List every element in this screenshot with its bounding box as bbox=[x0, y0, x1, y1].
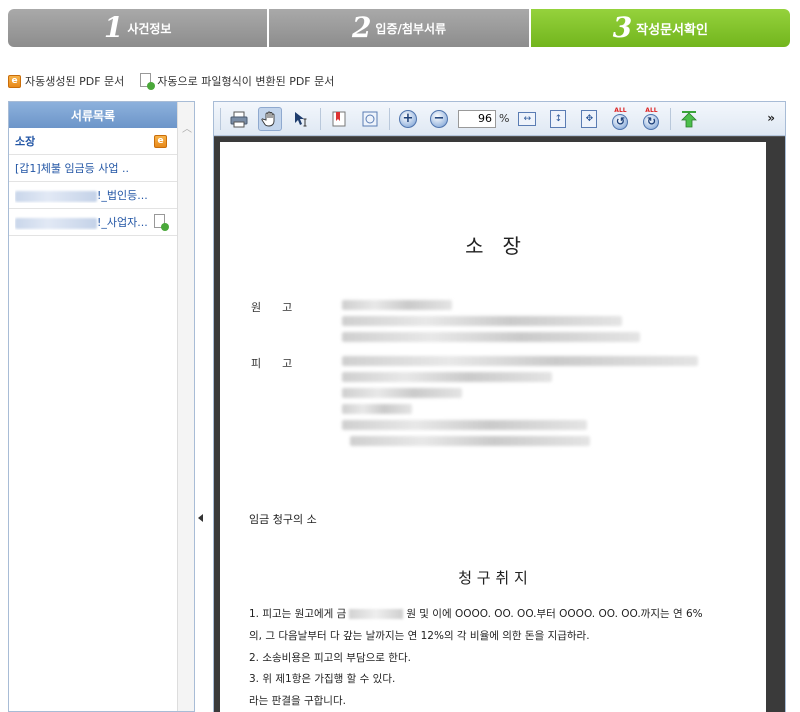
step-3-review[interactable]: 3 작성문서확인 bbox=[530, 9, 790, 47]
toolbar-divider bbox=[320, 107, 321, 130]
rotate-all-cw-icon[interactable]: ALL ↻ bbox=[639, 107, 663, 131]
pdf-viewer: + − % ↔ ↕ ✥ ALL ↺ ALL ↻ » 소 장 원 고 피 고 bbox=[213, 101, 786, 712]
plaintiff-label: 원 고 bbox=[251, 301, 293, 314]
claim-line: 2. 소송비용은 피고의 부담으로 한다. bbox=[249, 652, 411, 664]
claim-line: 1. 피고는 원고에게 금 원 및 이에 OOOO. OO. OO.부터 OOOO… bbox=[249, 606, 703, 621]
list-item-label-wrap: !_법인등... bbox=[15, 187, 148, 203]
toolbar-divider bbox=[220, 107, 221, 130]
step-number: 2 bbox=[351, 11, 372, 44]
step-progress: 1 사건정보 2 입증/첨부서류 3 작성문서확인 bbox=[8, 9, 790, 47]
redacted-text bbox=[342, 332, 640, 342]
panel-splitter[interactable] bbox=[195, 101, 213, 712]
bookmark-icon[interactable] bbox=[327, 107, 351, 131]
case-name: 임금 청구의 소 bbox=[249, 513, 317, 526]
converted-pdf-icon bbox=[140, 73, 156, 90]
hand-tool-icon[interactable] bbox=[258, 106, 282, 131]
list-item-label: [갑1]체불 임금등 사업 .. bbox=[15, 162, 130, 175]
redacted-text bbox=[342, 300, 452, 310]
document-title: 소 장 bbox=[465, 234, 521, 258]
list-item[interactable]: 소장 e bbox=[9, 128, 177, 155]
list-item[interactable]: !_법인등... bbox=[9, 182, 177, 209]
more-tools-icon[interactable]: » bbox=[767, 111, 775, 125]
auto-pdf-icon: e bbox=[8, 74, 21, 88]
document-list-panel: 서류목록 소장 e [갑1]체불 임금등 사업 .. !_법인등... !_사업… bbox=[8, 101, 195, 712]
all-label: ALL bbox=[645, 106, 658, 114]
redacted-text bbox=[342, 404, 412, 414]
redacted-text bbox=[342, 356, 698, 366]
collapse-left-icon[interactable] bbox=[198, 514, 203, 522]
zoom-input[interactable] bbox=[458, 109, 496, 128]
redacted-text bbox=[342, 420, 587, 430]
step-number: 1 bbox=[103, 11, 124, 44]
zoom-out-icon[interactable]: − bbox=[427, 107, 451, 131]
list-scrollbar[interactable]: ︿ bbox=[177, 102, 194, 711]
document-list-header: 서류목록 bbox=[9, 102, 177, 128]
legend-converted-label: 자동으로 파일형식이 변환된 PDF 문서 bbox=[157, 75, 335, 88]
icon-legend: e 자동생성된 PDF 문서 자동으로 파일형식이 변환된 PDF 문서 bbox=[8, 73, 350, 90]
legend-auto: e 자동생성된 PDF 문서 bbox=[8, 73, 124, 89]
toolbar-divider bbox=[389, 107, 390, 130]
step-number: 3 bbox=[612, 11, 633, 44]
claim-line: 의, 그 다음날부터 다 갚는 날까지는 연 12%의 각 비율에 의한 돈을 … bbox=[249, 630, 590, 642]
list-item-label-wrap: !_사업자... bbox=[15, 214, 148, 230]
pdf-page: 소 장 원 고 피 고 임금 청구의 소 청 구 취 지 1. 피고는 원고에게… bbox=[220, 142, 766, 712]
fit-height-icon[interactable]: ↕ bbox=[546, 107, 570, 131]
document-list: 소장 e [갑1]체불 임금등 사업 .. !_법인등... !_사업자... bbox=[9, 128, 177, 236]
pdf-toolbar: + − % ↔ ↕ ✥ ALL ↺ ALL ↻ » bbox=[214, 102, 785, 136]
scroll-up-icon[interactable]: ︿ bbox=[182, 120, 192, 135]
claim-line-text: 원 및 이에 OOOO. OO. OO.부터 OOOO. OO. OO.까지는 … bbox=[406, 608, 703, 620]
step-1-case-info[interactable]: 1 사건정보 bbox=[8, 9, 270, 47]
claim-section-title: 청 구 취 지 bbox=[458, 569, 528, 587]
select-text-icon[interactable] bbox=[289, 107, 313, 131]
all-label: ALL bbox=[614, 106, 627, 114]
list-item-label: !_사업자... bbox=[97, 216, 148, 229]
claim-line-text: 1. 피고는 원고에게 금 bbox=[249, 608, 347, 620]
redacted-text bbox=[350, 436, 590, 446]
thumbnail-icon[interactable] bbox=[358, 107, 382, 131]
redacted-text bbox=[342, 388, 462, 398]
fit-page-icon[interactable]: ✥ bbox=[577, 107, 601, 131]
step-label: 사건정보 bbox=[127, 21, 172, 36]
redacted-text bbox=[342, 372, 552, 382]
step-2-evidence[interactable]: 2 입증/첨부서류 bbox=[269, 9, 531, 47]
claim-line: 3. 위 제1항은 가집행 할 수 있다. bbox=[249, 673, 396, 685]
auto-pdf-icon: e bbox=[154, 134, 167, 148]
legend-converted: 자동으로 파일형식이 변환된 PDF 문서 bbox=[140, 73, 335, 90]
step-label: 입증/첨부서류 bbox=[375, 21, 447, 36]
step-label: 작성문서확인 bbox=[636, 22, 708, 38]
redacted-text bbox=[15, 217, 97, 229]
zoom-unit: % bbox=[499, 112, 510, 125]
defendant-label: 피 고 bbox=[251, 357, 293, 370]
fit-width-icon[interactable]: ↔ bbox=[515, 107, 539, 131]
print-icon[interactable] bbox=[227, 107, 251, 131]
converted-pdf-icon bbox=[154, 214, 169, 231]
claim-line: 라는 판결을 구합니다. bbox=[249, 695, 346, 707]
toolbar-divider bbox=[670, 107, 672, 130]
rotate-all-ccw-icon[interactable]: ALL ↺ bbox=[608, 107, 632, 131]
list-item[interactable]: [갑1]체불 임금등 사업 .. bbox=[9, 155, 177, 182]
list-item[interactable]: !_사업자... bbox=[9, 209, 177, 236]
zoom-in-icon[interactable]: + bbox=[396, 107, 420, 131]
list-item-label: 소장 bbox=[15, 135, 36, 148]
legend-auto-label: 자동생성된 PDF 문서 bbox=[25, 75, 125, 88]
redacted-text bbox=[342, 316, 622, 326]
upload-top-icon[interactable] bbox=[677, 107, 701, 131]
redacted-text bbox=[15, 190, 97, 202]
list-item-label: !_법인등... bbox=[97, 189, 148, 202]
document-canvas[interactable]: 소 장 원 고 피 고 임금 청구의 소 청 구 취 지 1. 피고는 원고에게… bbox=[214, 137, 785, 712]
redacted-amount bbox=[349, 609, 404, 619]
